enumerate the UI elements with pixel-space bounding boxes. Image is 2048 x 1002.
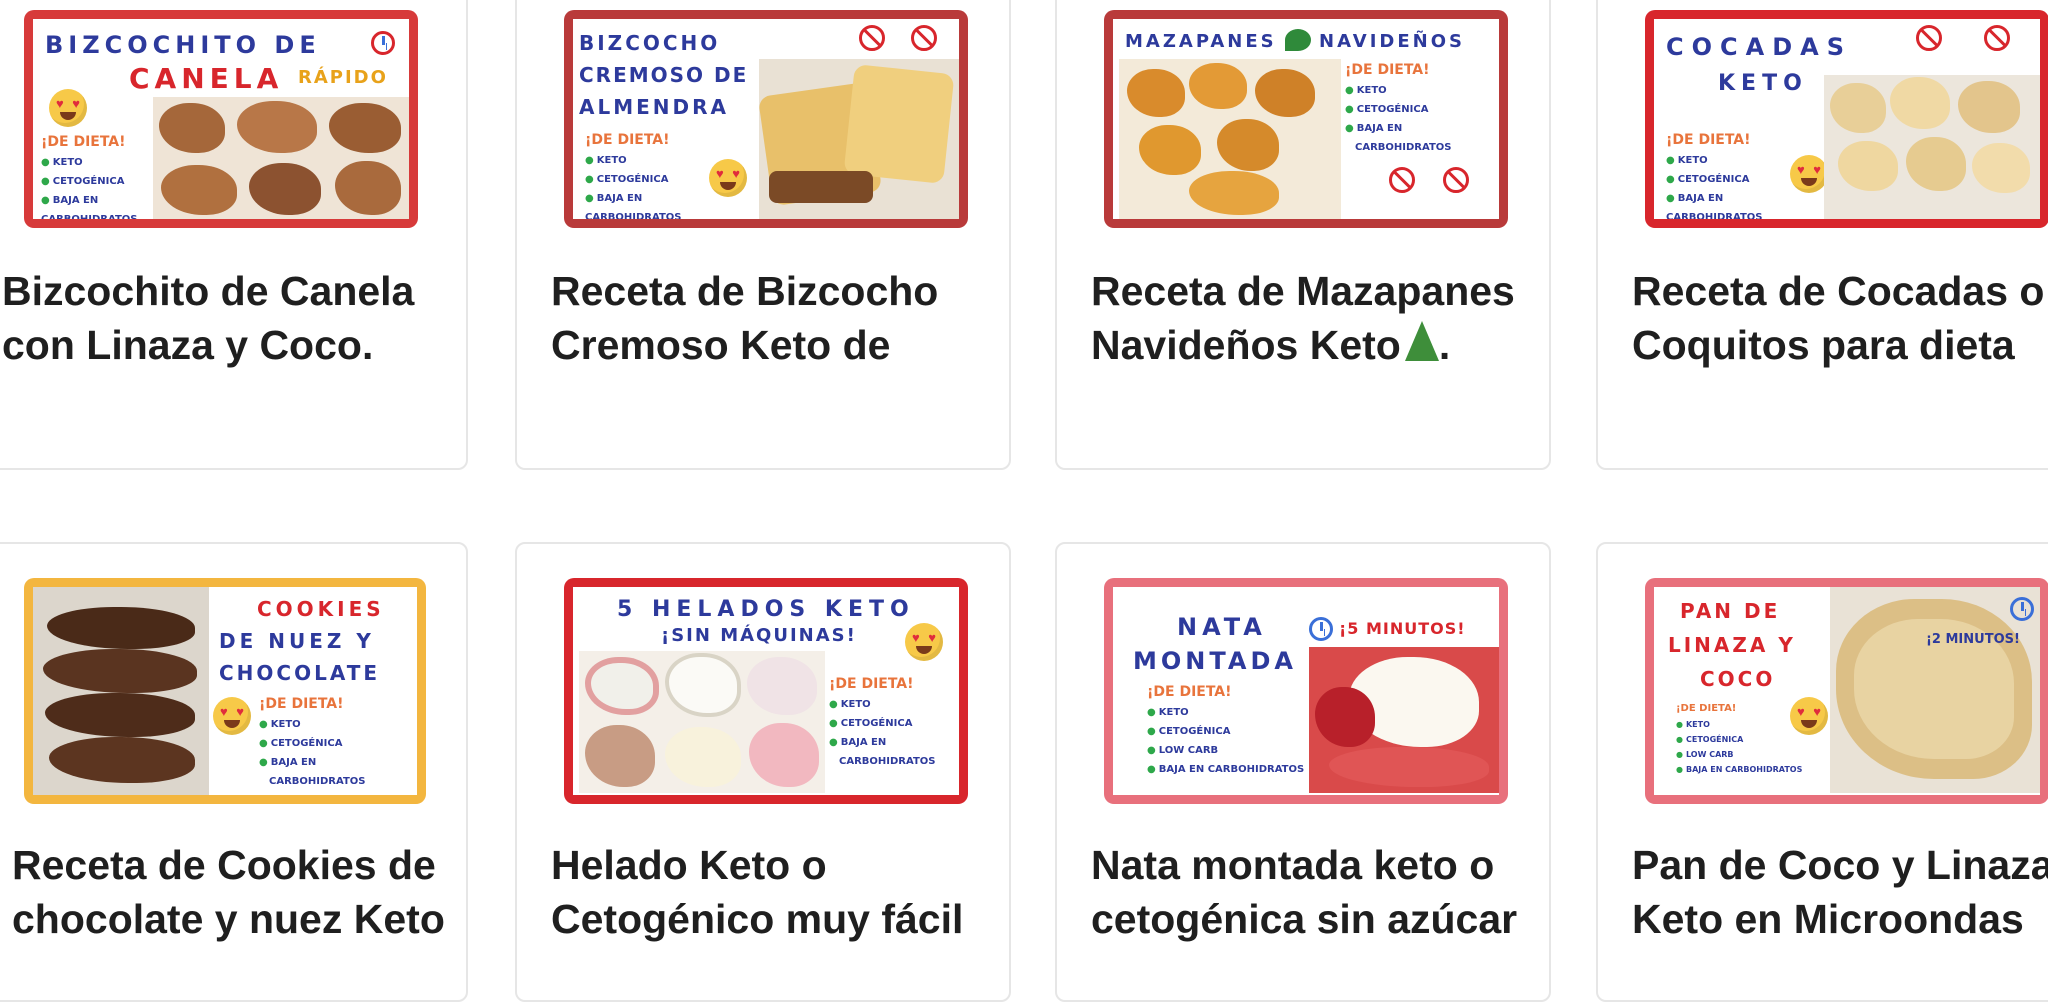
diet-features: ¡DE DIETA! KETO CETOGÉNICA BAJA EN CARBO…	[259, 693, 365, 791]
recipe-thumbnail[interactable]: BIZCOCHO CREMOSO DE ALMENDRA ¡DE DIETA! …	[564, 10, 968, 228]
recipe-title[interactable]: Receta de Cookies de chocolate y nuez Ke…	[12, 838, 462, 946]
recipe-title[interactable]: Pan de Coco y Linaza Keto en Microondas	[1632, 838, 2048, 946]
clock-icon	[2010, 597, 2034, 621]
recipe-card[interactable]: PAN DE LINAZA Y COCO ¡DE DIETA! KETO CET…	[1596, 542, 2048, 1002]
recipe-thumbnail[interactable]: PAN DE LINAZA Y COCO ¡DE DIETA! KETO CET…	[1645, 578, 2048, 804]
recipe-thumbnail[interactable]: COOKIES DE NUEZ Y CHOCOLATE ¡DE DIETA! K…	[24, 578, 426, 804]
no-gluten-icon	[1984, 25, 2010, 51]
food-photo	[1824, 75, 2040, 219]
heart-eyes-emoji	[1790, 155, 1828, 193]
recipe-thumbnail[interactable]: MAZAPANES NAVIDEÑOS ¡DE DIETA! KETO CETO…	[1104, 10, 1508, 228]
recipe-title[interactable]: Nata montada keto o cetogénica sin azúca…	[1091, 838, 1545, 946]
recipe-thumbnail[interactable]: BIZCOCHITO DE CANELA RÁPIDO ¡DE DIETA! K…	[24, 10, 418, 228]
thumbnail-heading: BIZCOCHITO DE	[45, 31, 321, 59]
thumbnail-heading: NAVIDEÑOS	[1319, 31, 1465, 52]
thumbnail-heading: COCO	[1700, 667, 1776, 691]
recipe-title[interactable]: Bizcochito de Canela con Linaza y Coco.	[2, 264, 462, 372]
time-badge: ¡2 MINUTOS!	[1926, 632, 2020, 647]
heart-eyes-emoji	[905, 623, 943, 661]
food-photo	[33, 587, 209, 795]
food-photo	[1309, 647, 1499, 793]
recipe-title[interactable]: Receta de Mazapanes Navideños Keto.	[1091, 264, 1545, 372]
no-sugar-icon	[1389, 167, 1415, 193]
thumbnail-heading: DE NUEZ Y	[219, 629, 375, 653]
holly-icon	[1285, 29, 1311, 51]
thumbnail-heading: ¡SIN MÁQUINAS!	[661, 625, 857, 646]
heart-eyes-emoji	[213, 697, 251, 735]
diet-features: ¡DE DIETA! KETO CETOGÉNICA BAJA EN CARBO…	[829, 673, 935, 771]
diet-features: ¡DE DIETA! KETO CETOGÉNICA LOW CARB BAJA…	[1147, 681, 1304, 779]
clock-icon	[1309, 617, 1333, 641]
thumbnail-heading: PAN DE	[1680, 599, 1781, 623]
food-photo	[759, 59, 959, 219]
thumbnail-heading: MONTADA	[1133, 647, 1297, 675]
thumbnail-heading: CREMOSO DE	[579, 63, 749, 87]
diet-features: ¡DE DIETA! KETO CETOGÉNICA BAJA EN CARBO…	[41, 131, 137, 219]
thumbnail-heading: CANELA	[129, 62, 284, 95]
thumbnail-heading: ALMENDRA	[579, 95, 730, 119]
thumbnail-heading: KETO	[1718, 71, 1808, 96]
no-gluten-icon	[1443, 167, 1469, 193]
recipe-thumbnail[interactable]: COCADAS KETO ¡DE DIETA! KETO CETOGÉNICA …	[1645, 10, 2048, 228]
recipe-title[interactable]: Helado Keto o Cetogénico muy fácil	[551, 838, 1005, 946]
diet-features: ¡DE DIETA! KETO CETOGÉNICA BAJA EN CARBO…	[1345, 59, 1451, 157]
recipe-card[interactable]: COOKIES DE NUEZ Y CHOCOLATE ¡DE DIETA! K…	[0, 542, 468, 1002]
no-sugar-icon	[859, 25, 885, 51]
thumbnail-heading: BIZCOCHO	[579, 31, 721, 55]
thumbnail-heading: COOKIES	[257, 597, 385, 621]
no-gluten-icon	[911, 25, 937, 51]
recipe-thumbnail[interactable]: 5 HELADOS KETO ¡SIN MÁQUINAS! ¡DE DIETA!…	[564, 578, 968, 804]
recipe-thumbnail[interactable]: NATA MONTADA ¡5 MINUTOS! ¡DE DIETA! KETO…	[1104, 578, 1508, 804]
recipe-card[interactable]: MAZAPANES NAVIDEÑOS ¡DE DIETA! KETO CETO…	[1055, 0, 1551, 470]
thumbnail-heading: COCADAS	[1666, 33, 1852, 61]
diet-features: ¡DE DIETA! KETO CETOGÉNICA BAJA EN CARBO…	[585, 129, 681, 219]
recipe-title[interactable]: Receta de Bizcocho Cremoso Keto de	[551, 264, 1005, 372]
recipe-card[interactable]: BIZCOCHO CREMOSO DE ALMENDRA ¡DE DIETA! …	[515, 0, 1011, 470]
food-photo	[153, 97, 409, 219]
recipe-card[interactable]: BIZCOCHITO DE CANELA RÁPIDO ¡DE DIETA! K…	[0, 0, 468, 470]
food-photo	[1119, 59, 1341, 219]
thumbnail-heading: MAZAPANES	[1125, 31, 1277, 52]
food-photo	[1830, 587, 2040, 793]
heart-eyes-emoji	[49, 89, 87, 127]
time-badge: ¡5 MINUTOS!	[1339, 619, 1466, 638]
diet-features: ¡DE DIETA! KETO CETOGÉNICA BAJA EN CARBO…	[1666, 129, 1762, 219]
food-photo	[579, 651, 825, 793]
recipe-card[interactable]: 5 HELADOS KETO ¡SIN MÁQUINAS! ¡DE DIETA!…	[515, 542, 1011, 1002]
no-sugar-icon	[1916, 25, 1942, 51]
thumbnail-heading: CHOCOLATE	[219, 661, 381, 685]
heart-eyes-emoji	[709, 159, 747, 197]
recipe-card[interactable]: COCADAS KETO ¡DE DIETA! KETO CETOGÉNICA …	[1596, 0, 2048, 470]
recipe-title[interactable]: Receta de Cocadas o Coquitos para dieta	[1632, 264, 2048, 372]
diet-features: ¡DE DIETA! KETO CETOGÉNICA LOW CARB BAJA…	[1676, 701, 1802, 777]
thumbnail-heading: NATA	[1177, 613, 1267, 641]
christmas-tree-icon	[1404, 321, 1439, 361]
thumbnail-heading: RÁPIDO	[298, 67, 388, 88]
thumbnail-heading: 5 HELADOS KETO	[617, 597, 915, 622]
thumbnail-heading: LINAZA Y	[1668, 633, 1796, 657]
recipe-card[interactable]: NATA MONTADA ¡5 MINUTOS! ¡DE DIETA! KETO…	[1055, 542, 1551, 1002]
alarm-clock-icon	[371, 31, 395, 55]
